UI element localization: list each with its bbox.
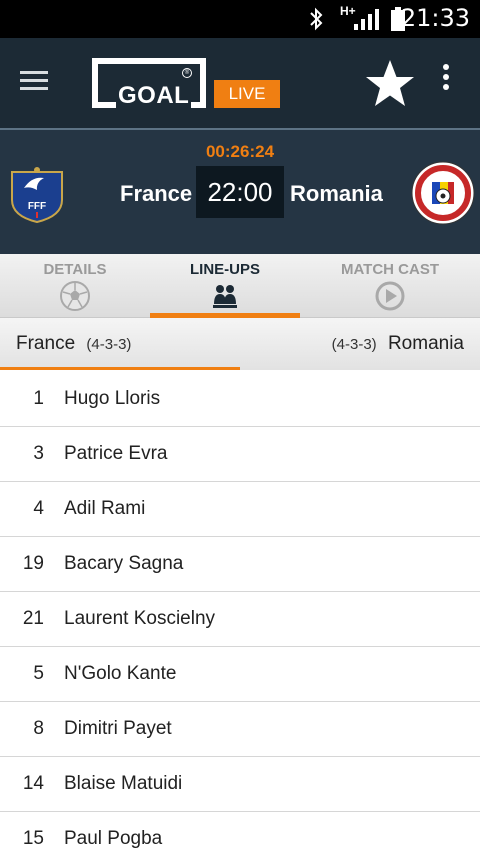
match-tabs: DETAILS LINE-UPS MATCH CAST xyxy=(0,254,480,318)
away-formation-team: Romania xyxy=(387,333,464,354)
status-time: 21:33 xyxy=(400,4,470,32)
player-number: 21 xyxy=(22,608,44,629)
player-number: 1 xyxy=(33,388,44,409)
list-item[interactable]: 21 Laurent Koscielny xyxy=(0,592,480,647)
home-formation-toggle[interactable]: France (4-3-3) xyxy=(16,333,131,355)
romania-crest-icon[interactable] xyxy=(410,160,476,226)
player-name: Adil Rami xyxy=(64,498,146,519)
tab-match-cast[interactable]: MATCH CAST xyxy=(300,254,480,318)
player-name: Bacary Sagna xyxy=(64,553,184,574)
player-name: N'Golo Kante xyxy=(64,663,177,684)
france-crest-icon[interactable]: FFF xyxy=(6,162,68,224)
tab-details-label: DETAILS xyxy=(43,261,107,278)
star-icon[interactable] xyxy=(362,56,418,112)
tab-line-ups[interactable]: LINE-UPS xyxy=(150,254,300,318)
list-item[interactable]: 1 Hugo Lloris xyxy=(0,372,480,427)
list-item[interactable]: 4 Adil Rami xyxy=(0,482,480,537)
players-icon xyxy=(213,285,237,308)
goal-logo-text: GOAL xyxy=(116,82,192,110)
player-name: Laurent Koscielny xyxy=(64,608,216,629)
list-item[interactable]: 8 Dimitri Payet xyxy=(0,702,480,757)
list-item[interactable]: 19 Bacary Sagna xyxy=(0,537,480,592)
player-number: 8 xyxy=(33,718,44,739)
tab-details[interactable]: DETAILS xyxy=(0,254,150,318)
formation-bar: France (4-3-3) (4-3-3) Romania xyxy=(0,318,480,370)
list-item[interactable]: 3 Patrice Evra xyxy=(0,427,480,482)
match-clock: 00:26:24 xyxy=(205,142,275,161)
svg-text:FFF: FFF xyxy=(28,201,46,212)
formation-selected-indicator xyxy=(0,367,240,370)
player-number: 14 xyxy=(22,773,44,794)
away-team-name: Romania xyxy=(290,181,383,206)
soccer-ball-icon xyxy=(60,281,90,311)
away-formation-toggle[interactable]: (4-3-3) Romania xyxy=(332,333,464,355)
player-number: 4 xyxy=(33,498,44,519)
player-name: Patrice Evra xyxy=(64,443,168,464)
player-name: Hugo Lloris xyxy=(64,388,161,409)
player-number: 5 xyxy=(33,663,44,684)
play-circle-icon xyxy=(375,281,405,311)
more-vertical-icon[interactable] xyxy=(436,64,456,100)
match-header: 00:26:24 FFF France 22:00 Romania xyxy=(0,130,480,254)
player-name: Paul Pogba xyxy=(64,828,163,849)
away-formation-value: (4-3-3) xyxy=(331,336,377,353)
home-formation-team: France xyxy=(16,333,76,354)
hamburger-menu-icon[interactable] xyxy=(20,66,62,100)
tab-line-ups-label: LINE-UPS xyxy=(189,261,260,278)
player-name: Dimitri Payet xyxy=(64,718,172,739)
home-formation-value: (4-3-3) xyxy=(86,336,132,353)
live-badge: LIVE xyxy=(214,80,280,108)
status-bar: H+ 21:33 xyxy=(0,0,480,38)
player-number: 19 xyxy=(22,553,44,574)
app-bar: ® GOAL LIVE xyxy=(0,38,480,128)
list-item[interactable]: 15 Paul Pogba xyxy=(0,812,480,854)
players-list: 1 Hugo Lloris 3 Patrice Evra 4 Adil Rami… xyxy=(0,372,480,854)
tab-match-cast-label: MATCH CAST xyxy=(340,261,440,278)
kickoff-time: 22:00 xyxy=(196,166,284,218)
list-item[interactable]: 14 Blaise Matuidi xyxy=(0,757,480,812)
player-number: 15 xyxy=(22,828,44,849)
signal-strength-icon xyxy=(354,9,379,30)
bluetooth-icon xyxy=(310,7,323,31)
goal-live-logo: ® GOAL LIVE xyxy=(92,58,282,110)
player-number: 3 xyxy=(33,443,44,464)
home-team-name: France xyxy=(120,181,193,206)
player-name: Blaise Matuidi xyxy=(64,773,183,794)
trademark-icon: ® xyxy=(182,68,192,78)
list-item[interactable]: 5 N'Golo Kante xyxy=(0,647,480,702)
